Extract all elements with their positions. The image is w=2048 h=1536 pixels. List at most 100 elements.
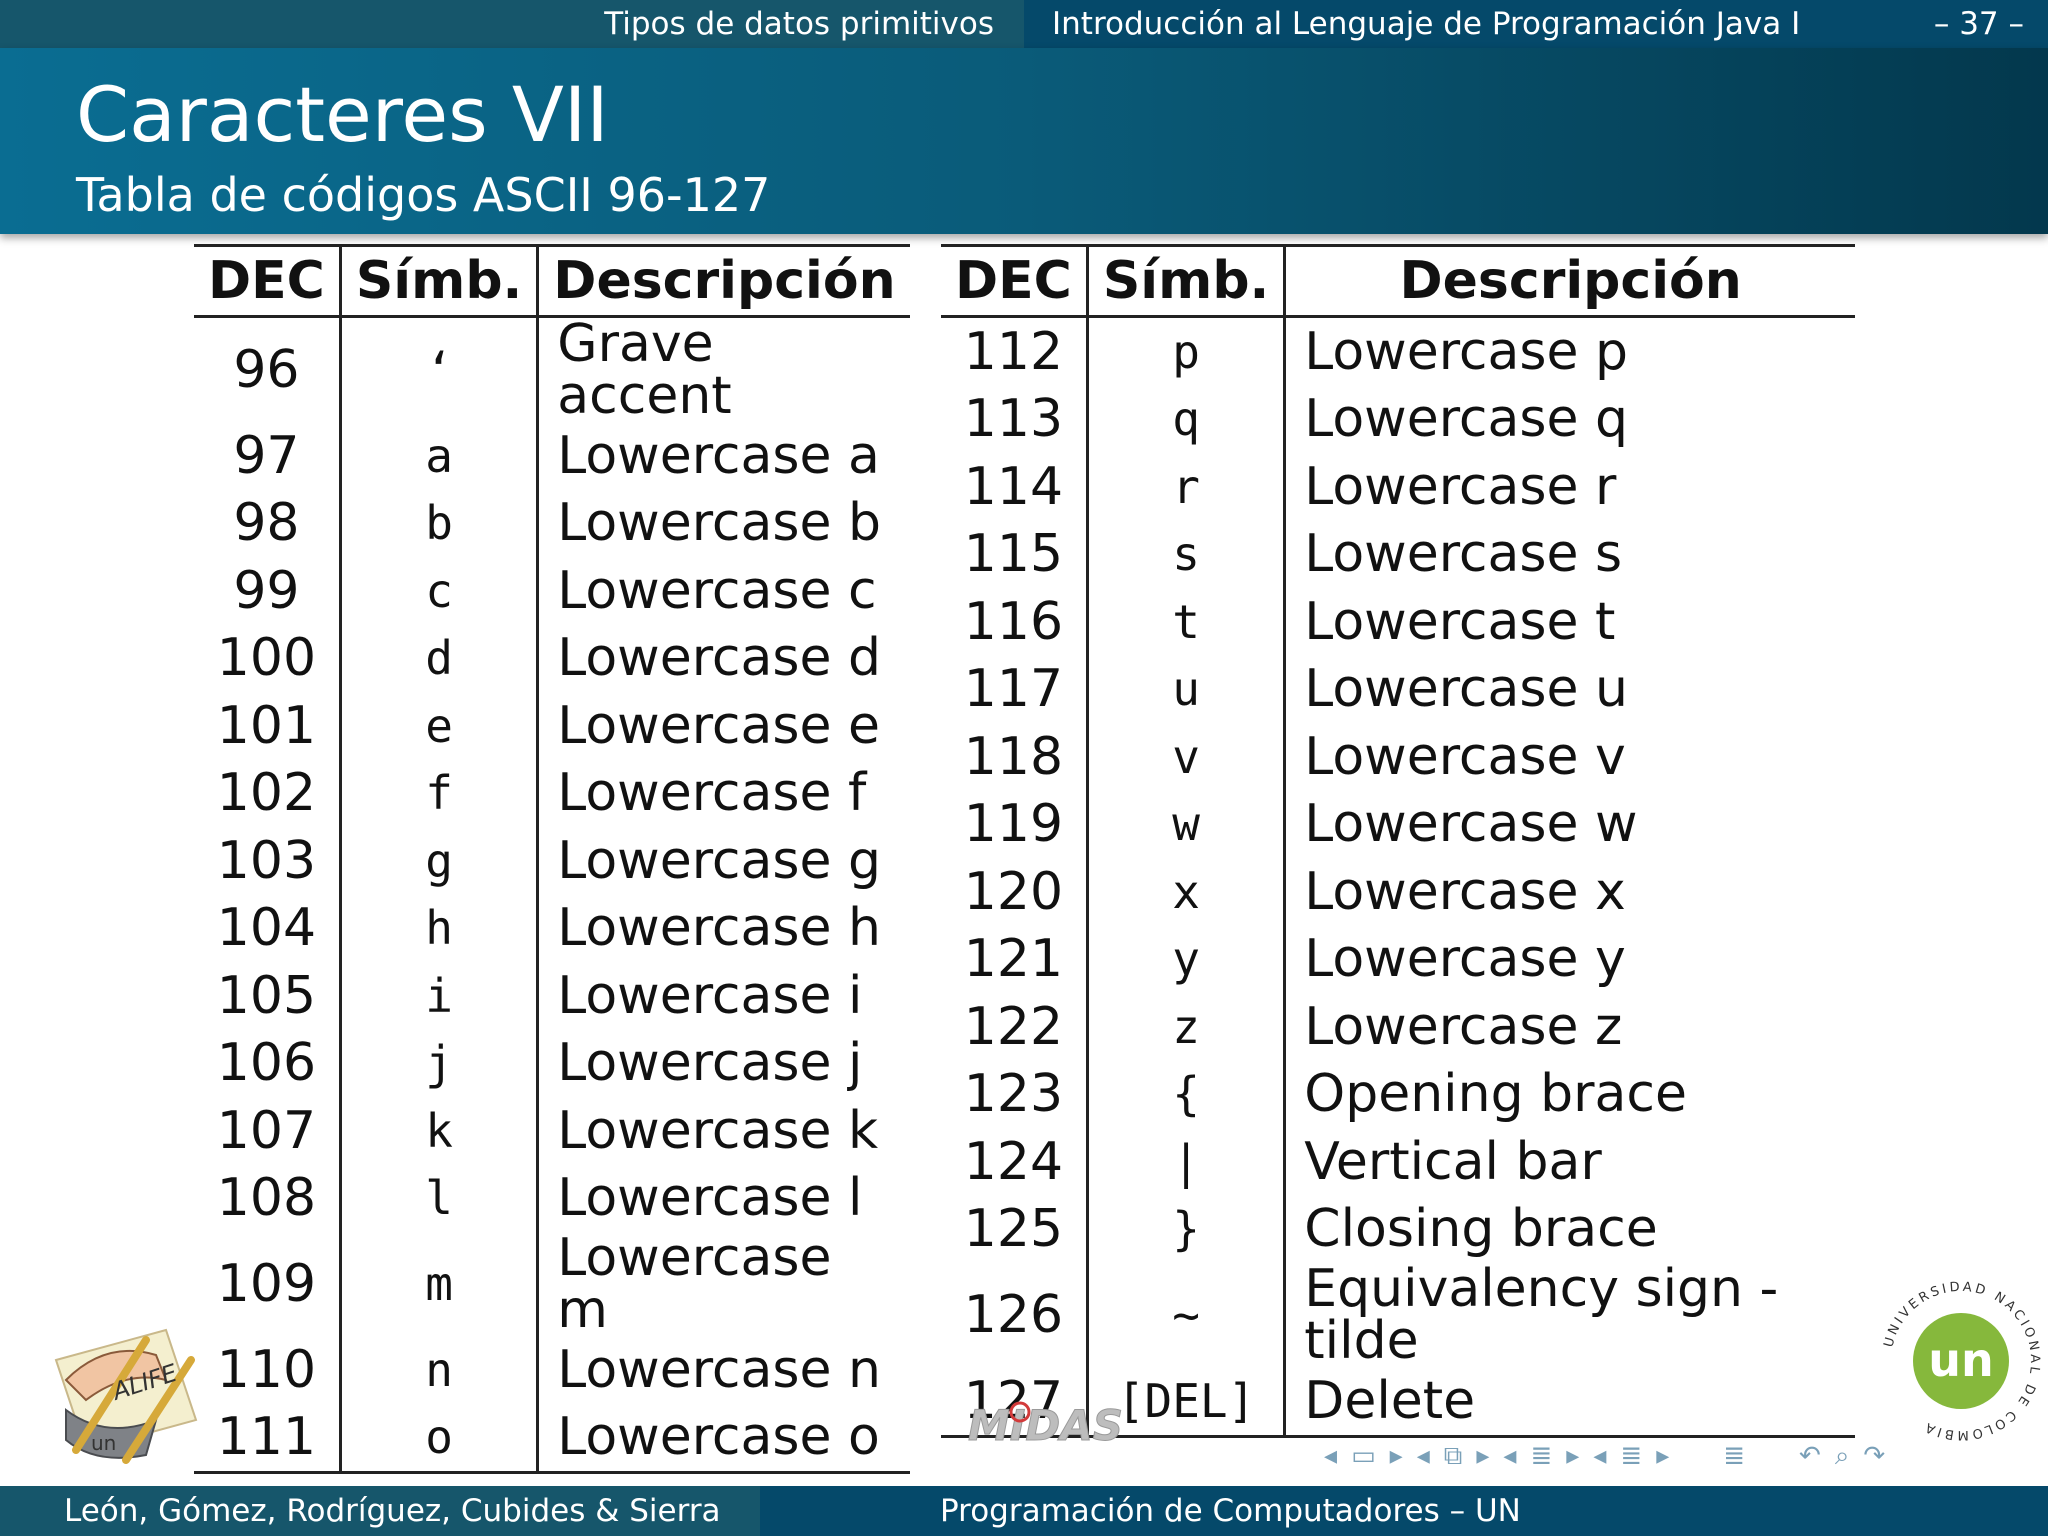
cell-symbol: m: [340, 1232, 540, 1336]
cell-dec: 99: [194, 557, 342, 625]
cell-description: Lowercase z: [1304, 996, 1623, 1057]
nav-back-icon[interactable]: ↶: [1799, 1441, 1821, 1471]
cell-dec: 116: [941, 588, 1089, 656]
nav-next-doc-icon[interactable]: ▸: [1656, 1441, 1669, 1471]
cell-description: Lowercase o: [557, 1407, 880, 1468]
cell-dec: 111: [194, 1403, 342, 1473]
un-logo-text: un: [1928, 1333, 1994, 1387]
cell-dec: 108: [194, 1164, 342, 1232]
nav-prev-subsection-icon[interactable]: ◂: [1417, 1441, 1430, 1471]
ascii-table-left: DEC Símb. Descripción 96 ‘Grave accent 97 a…: [194, 244, 910, 1474]
cell-description: Lowercase i: [557, 965, 863, 1026]
cell-description: Lowercase l: [557, 1168, 863, 1229]
cell-dec: 109: [194, 1232, 342, 1336]
cell-dec: 102: [194, 759, 342, 827]
cell-symbol: y: [1087, 925, 1287, 993]
cell-dec: 105: [194, 962, 342, 1030]
cell-symbol: {: [1087, 1060, 1287, 1128]
table-row: 98 b Lowercase b: [194, 489, 910, 557]
cell-dec: 98: [194, 489, 342, 557]
cell-dec: 106: [194, 1029, 342, 1097]
table-header-row: DEC Símb. Descripción: [941, 245, 1855, 317]
nav-frame-icon[interactable]: ▭: [1351, 1441, 1376, 1471]
cell-symbol: e: [340, 692, 540, 760]
cell-symbol: a: [340, 422, 540, 490]
cell-description: Lowercase g: [557, 830, 882, 891]
cell-description: Lowercase u: [1304, 659, 1628, 720]
nav-next-subsection-icon[interactable]: ▸: [1476, 1441, 1489, 1471]
cell-symbol: |: [1087, 1128, 1287, 1196]
table-row: 120 x Lowercase x: [941, 858, 1855, 926]
cell-dec: 104: [194, 894, 342, 962]
top-bar: Tipos de datos primitivos Introducción a…: [0, 0, 2048, 48]
cell-dec: 112: [941, 316, 1089, 386]
cell-symbol: r: [1087, 453, 1287, 521]
nav-prev-section-icon[interactable]: ◂: [1503, 1441, 1516, 1471]
cell-description: Vertical bar: [1304, 1131, 1602, 1192]
cell-description: Lowercase b: [557, 493, 882, 554]
nav-next-frame-icon[interactable]: ▸: [1390, 1441, 1403, 1471]
cell-symbol: q: [1087, 385, 1287, 453]
frame-subtitle: Tabla de códigos ASCII 96-127: [76, 168, 771, 222]
table-row: 106 j Lowercase j: [194, 1029, 910, 1097]
cell-symbol: z: [1087, 993, 1287, 1061]
cell-dec: 119: [941, 790, 1089, 858]
cell-symbol: l: [340, 1164, 540, 1232]
header-dec: DEC: [941, 245, 1089, 317]
footer-course: Programación de Computadores – UN: [760, 1486, 2048, 1536]
cell-description: Lowercase n: [557, 1339, 881, 1400]
nav-prev-doc-icon[interactable]: ◂: [1593, 1441, 1606, 1471]
cell-description: Lowercase r: [1304, 456, 1617, 517]
beamer-navigation: ◂ ▭ ▸ ◂ ⧉ ▸ ◂ ≣ ▸ ◂ ≣ ▸ ≣ ↶ ⌕ ↷: [1324, 1438, 1885, 1474]
section-title[interactable]: Tipos de datos primitivos: [0, 0, 1024, 48]
cell-description: Lowercase a: [557, 425, 880, 486]
cell-dec: 117: [941, 655, 1089, 723]
table-row: 125} Closing brace: [941, 1195, 1855, 1263]
table-row: 104 h Lowercase h: [194, 894, 910, 962]
cell-symbol: x: [1087, 858, 1287, 926]
table-row: 103 g Lowercase g: [194, 827, 910, 895]
document-title[interactable]: Introducción al Lenguaje de Programación…: [1024, 0, 2048, 48]
nav-search-icon[interactable]: ⌕: [1835, 1441, 1850, 1472]
nav-subsection-icon[interactable]: ⧉: [1444, 1441, 1463, 1472]
table-row: 116 t Lowercase t: [941, 588, 1855, 656]
cell-dec: 120: [941, 858, 1089, 926]
table-row: 101 e Lowercase e: [194, 692, 910, 760]
cell-symbol: v: [1087, 723, 1287, 791]
cell-symbol: w: [1087, 790, 1287, 858]
page-number: – 37 –: [1933, 6, 2024, 42]
cell-symbol: s: [1087, 520, 1287, 588]
cell-symbol: u: [1087, 655, 1287, 723]
cell-dec: 115: [941, 520, 1089, 588]
cell-dec: 96: [194, 316, 342, 422]
nav-prev-frame-icon[interactable]: ◂: [1324, 1441, 1337, 1471]
table-row: 99 c Lowercase c: [194, 557, 910, 625]
nav-next-section-icon[interactable]: ▸: [1566, 1441, 1579, 1471]
cell-dec: 118: [941, 723, 1089, 791]
table-row: 124 | Vertical bar: [941, 1128, 1855, 1196]
frame-header: Caracteres VII Tabla de códigos ASCII 96…: [0, 48, 2048, 234]
cell-dec: 100: [194, 624, 342, 692]
cell-description: Lowercase d: [557, 628, 882, 689]
cell-description: Opening brace: [1304, 1064, 1687, 1125]
cell-symbol: ‘: [340, 316, 540, 422]
cell-description: Lowercase x: [1304, 861, 1626, 922]
cell-symbol: t: [1087, 588, 1287, 656]
cell-description: Lowercase j: [557, 1033, 863, 1094]
table-body: 96 ‘Grave accent 97 a Lowercase a 98 b Lowercas…: [194, 314, 910, 1473]
cell-description: Lowercase m: [557, 1228, 832, 1340]
header-description: Descripción: [553, 251, 896, 311]
cell-symbol: o: [340, 1403, 540, 1473]
table-row: 121 y Lowercase y: [941, 925, 1855, 993]
nav-toc-icon[interactable]: ≣: [1723, 1441, 1745, 1471]
cell-description: Grave accent: [557, 314, 732, 426]
nav-section-icon[interactable]: ≣: [1530, 1441, 1552, 1471]
document-title-text: Introducción al Lenguaje de Programación…: [1052, 6, 1801, 42]
table-row: 102 f Lowercase f: [194, 759, 910, 827]
table-row: 107 k Lowercase k: [194, 1097, 910, 1165]
table-row: 115 s Lowercase s: [941, 520, 1855, 588]
nav-doc-icon[interactable]: ≣: [1620, 1441, 1642, 1471]
table-row: 112 p Lowercase p: [941, 316, 1855, 386]
cell-description: Lowercase e: [557, 695, 880, 756]
alife-un-text: un: [91, 1431, 116, 1455]
